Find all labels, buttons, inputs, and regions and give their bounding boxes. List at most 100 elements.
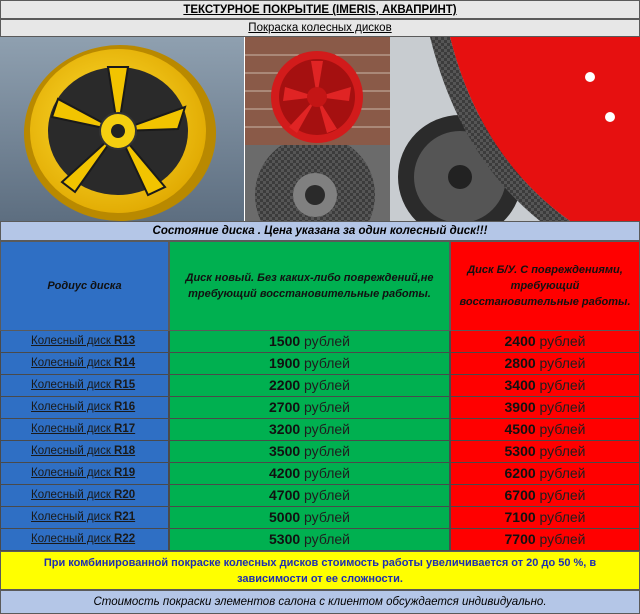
currency-label: рублей: [304, 355, 350, 371]
wheel-size-value: R20: [114, 489, 136, 501]
table-row: Колесный диск R16 2700 рублей 3900 рублей: [0, 397, 640, 419]
price-sheet: ТЕКСТУРНОЕ ПОКРЫТИЕ (IMERIS, АКВАПРИНТ) …: [0, 0, 640, 614]
used-disk-price-cell: 7100 рублей: [450, 507, 640, 529]
used-disk-price-cell: 2400 рублей: [450, 331, 640, 353]
currency-label: рублей: [304, 333, 350, 349]
new-disk-price: 5300: [269, 531, 301, 547]
new-disk-price: 4700: [269, 487, 301, 503]
new-disk-price: 1500: [269, 333, 301, 349]
currency-label: рублей: [304, 531, 350, 547]
currency-label: рублей: [304, 421, 350, 437]
used-disk-price: 6700: [504, 487, 536, 503]
new-disk-price-cell: 3500 рублей: [169, 441, 450, 463]
used-disk-price-cell: 6200 рублей: [450, 463, 640, 485]
used-disk-price: 3400: [504, 377, 536, 393]
currency-label: рублей: [539, 421, 586, 437]
new-disk-price: 2200: [269, 377, 301, 393]
currency-label: рублей: [539, 377, 586, 393]
currency-label: рублей: [539, 465, 586, 481]
new-disk-price-cell: 1500 рублей: [169, 331, 450, 353]
wheel-size-value: R18: [114, 445, 136, 457]
new-disk-price: 3500: [269, 443, 301, 459]
new-disk-price-cell: 4700 рублей: [169, 485, 450, 507]
used-disk-price-cell: 2800 рублей: [450, 353, 640, 375]
used-disk-price-cell: 7700 рублей: [450, 529, 640, 551]
wheel-size-value: R16: [114, 401, 136, 413]
new-disk-price-cell: 3200 рублей: [169, 419, 450, 441]
wheel-size-label: Колесный диск: [31, 489, 115, 501]
wheel-size-cell[interactable]: Колесный диск R19: [0, 463, 169, 485]
new-disk-price-cell: 2200 рублей: [169, 375, 450, 397]
interior-painting-footer: Стоимость покраски элементов салона с кл…: [0, 590, 640, 614]
new-disk-header: Диск новый. Без каких-либо повреждений,н…: [169, 241, 450, 331]
wheel-size-value: R15: [114, 379, 136, 391]
wheel-size-value: R21: [114, 511, 136, 523]
wheel-size-label: Колесный диск: [31, 511, 115, 523]
wheel-size-label: Колесный диск: [31, 401, 115, 413]
used-disk-price: 3900: [504, 399, 536, 415]
currency-label: рублей: [304, 377, 350, 393]
new-disk-price: 5000: [269, 509, 301, 525]
wheel-size-value: R14: [114, 357, 136, 369]
used-disk-price: 2400: [504, 333, 536, 349]
new-disk-price: 3200: [269, 421, 301, 437]
used-disk-price: 5300: [504, 443, 536, 459]
wheel-size-value: R13: [114, 335, 136, 347]
wheel-size-cell[interactable]: Колесный диск R22: [0, 529, 169, 551]
new-disk-price-cell: 1900 рублей: [169, 353, 450, 375]
wheel-size-label: Колесный диск: [31, 357, 115, 369]
new-disk-price-cell: 4200 рублей: [169, 463, 450, 485]
table-row: Колесный диск R14 1900 рублей 2800 рублей: [0, 353, 640, 375]
wheel-size-label: Колесный диск: [31, 379, 115, 391]
wheel-size-label: Колесный диск: [31, 335, 115, 347]
combined-painting-note: При комбинированной покраске колесных ди…: [0, 551, 640, 590]
used-disk-price-cell: 4500 рублей: [450, 419, 640, 441]
wheel-size-cell[interactable]: Колесный диск R21: [0, 507, 169, 529]
new-disk-price: 2700: [269, 399, 301, 415]
used-disk-price-cell: 3400 рублей: [450, 375, 640, 397]
currency-label: рублей: [539, 355, 586, 371]
currency-label: рублей: [539, 333, 586, 349]
currency-label: рублей: [304, 399, 350, 415]
wheel-size-cell[interactable]: Колесный диск R20: [0, 485, 169, 507]
wheel-size-cell[interactable]: Колесный диск R13: [0, 331, 169, 353]
currency-label: рублей: [304, 487, 350, 503]
photo-strip: [0, 37, 640, 221]
wheel-size-cell[interactable]: Колесный диск R14: [0, 353, 169, 375]
currency-label: рублей: [539, 509, 586, 525]
table-row: Колесный диск R19 4200 рублей 6200 рублей: [0, 463, 640, 485]
used-disk-price-cell: 3900 рублей: [450, 397, 640, 419]
wheel-size-label: Колесный диск: [31, 423, 115, 435]
currency-label: рублей: [304, 465, 350, 481]
carbon-wheel-photo: [245, 145, 390, 221]
new-disk-price: 1900: [269, 355, 301, 371]
wheel-size-cell[interactable]: Колесный диск R18: [0, 441, 169, 463]
currency-label: рублей: [539, 531, 586, 547]
wheel-size-value: R19: [114, 467, 136, 479]
wheel-size-label: Колесный диск: [31, 445, 115, 457]
currency-label: рублей: [539, 487, 586, 503]
state-caption: Состояние диска . Цена указана за один к…: [0, 221, 640, 241]
currency-label: рублей: [539, 443, 586, 459]
table-row: Колесный диск R15 2200 рублей 3400 рублей: [0, 375, 640, 397]
table-row: Колесный диск R20 4700 рублей 6700 рублей: [0, 485, 640, 507]
new-disk-price-cell: 2700 рублей: [169, 397, 450, 419]
yellow-wheel-photo: [0, 37, 244, 221]
new-disk-price-cell: 5000 рублей: [169, 507, 450, 529]
page-title: ТЕКСТУРНОЕ ПОКРЫТИЕ (IMERIS, АКВАПРИНТ): [0, 0, 640, 19]
radius-header: Родиус диска: [0, 241, 169, 331]
wheel-size-cell[interactable]: Колесный диск R16: [0, 397, 169, 419]
wheel-size-cell[interactable]: Колесный диск R15: [0, 375, 169, 397]
used-disk-price: 7700: [504, 531, 536, 547]
price-table: Колесный диск R13 1500 рублей 2400 рублей К…: [0, 331, 640, 551]
new-disk-price-cell: 5300 рублей: [169, 529, 450, 551]
used-disk-price: 4500: [504, 421, 536, 437]
table-row: Колесный диск R21 5000 рублей 7100 рублей: [0, 507, 640, 529]
used-disk-price-cell: 5300 рублей: [450, 441, 640, 463]
table-row: Колесный диск R18 3500 рублей 5300 рублей: [0, 441, 640, 463]
new-disk-price: 4200: [269, 465, 301, 481]
page-subtitle: Покраска колесных дисков: [0, 19, 640, 37]
wheel-size-cell[interactable]: Колесный диск R17: [0, 419, 169, 441]
currency-label: рублей: [304, 443, 350, 459]
currency-label: рублей: [539, 399, 586, 415]
